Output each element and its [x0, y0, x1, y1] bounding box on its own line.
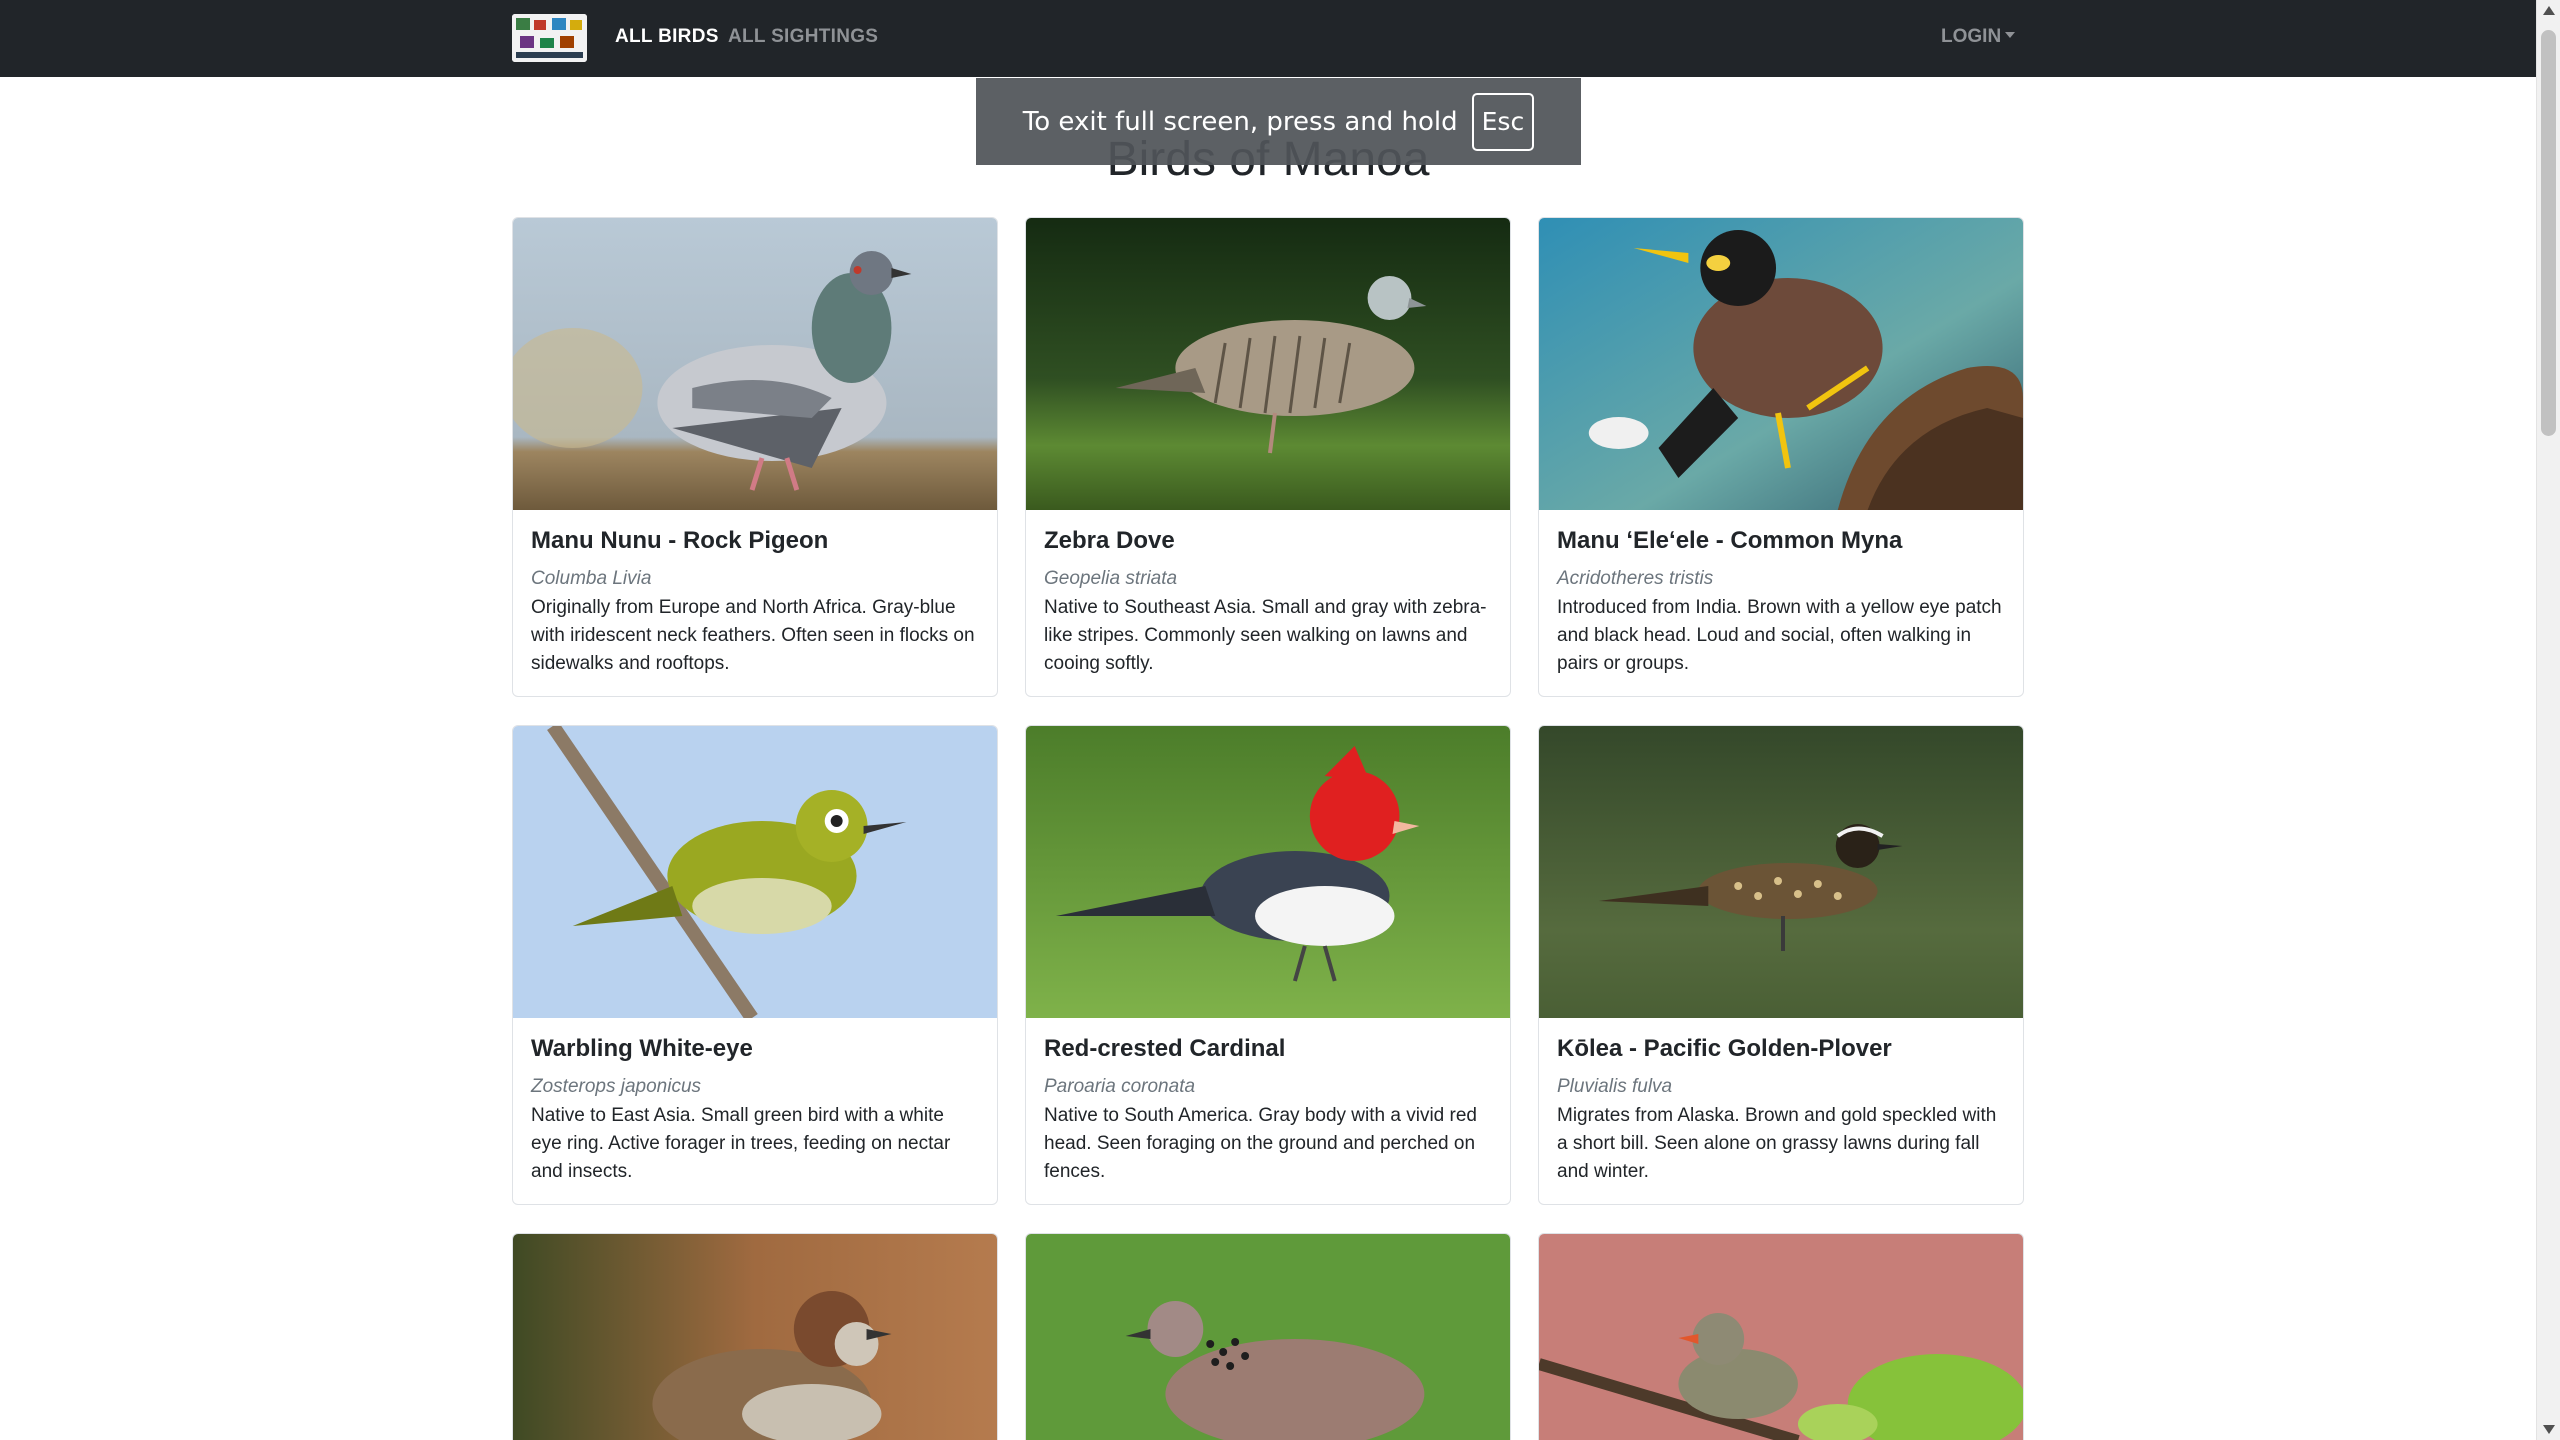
warbling-white-eye-photo — [513, 726, 997, 1018]
bird-scientific-name: Paroaria coronata — [1044, 1076, 1196, 1097]
page-scrollbar[interactable] — [2536, 0, 2560, 1440]
bird-card[interactable]: Red-crested Cardinal Paroaria coronata N… — [1025, 725, 1511, 1205]
bird-name: Manu ʻEleʻele - Common Myna — [1557, 527, 1903, 554]
scroll-up-arrow-icon[interactable] — [2543, 6, 2555, 15]
esc-key-badge: Esc — [1471, 92, 1535, 151]
pacific-golden-plover-photo — [1539, 726, 2023, 1018]
bird-scientific-name: Zosterops japonicus — [531, 1076, 702, 1097]
bird-name: Zebra Dove — [1044, 527, 1175, 554]
common-myna-photo — [1539, 218, 2023, 510]
bird-card[interactable]: Manu ʻEleʻele - Common Myna Acridotheres… — [1538, 217, 2024, 697]
scroll-down-arrow-icon[interactable] — [2543, 1425, 2555, 1434]
nav-link-all-sightings[interactable]: ALL SIGHTINGS — [728, 24, 878, 50]
bird-card[interactable]: Kōlea - Pacific Golden-Plover Pluvialis … — [1538, 725, 2024, 1205]
waxbill-photo — [1539, 1234, 2023, 1440]
bird-scientific-name: Geopelia striata — [1044, 568, 1178, 589]
bird-card[interactable] — [512, 1233, 998, 1440]
fullscreen-exit-notice: To exit full screen, press and hold Esc — [976, 78, 1581, 165]
bird-description: Native to Southeast Asia. Small and gray… — [1044, 597, 1487, 674]
spotted-dove-photo — [1026, 1234, 1510, 1440]
zebra-dove-photo — [1026, 218, 1510, 510]
bird-name: Warbling White-eye — [531, 1035, 753, 1062]
bird-card[interactable]: Warbling White-eye Zosterops japonicus N… — [512, 725, 998, 1205]
bird-description: Introduced from India. Brown with a yell… — [1557, 597, 2002, 674]
scrollbar-thumb[interactable] — [2541, 30, 2556, 436]
site-logo-icon[interactable] — [512, 14, 587, 62]
red-crested-cardinal-photo — [1026, 726, 1510, 1018]
bird-card[interactable] — [1025, 1233, 1511, 1440]
fullscreen-notice-text: To exit full screen, press and hold — [1022, 106, 1458, 137]
house-sparrow-photo — [513, 1234, 997, 1440]
top-navbar: ALL BIRDS ALL SIGHTINGS LOGIN — [0, 0, 2536, 77]
bird-card[interactable]: Manu Nunu - Rock Pigeon Columba Livia Or… — [512, 217, 998, 697]
chevron-down-icon — [2005, 31, 2016, 38]
nav-link-all-birds[interactable]: ALL BIRDS — [615, 24, 719, 50]
bird-scientific-name: Acridotheres tristis — [1557, 568, 1714, 589]
bird-name: Kōlea - Pacific Golden-Plover — [1557, 1035, 1892, 1062]
login-label: LOGIN — [1941, 26, 2002, 47]
bird-description: Originally from Europe and North Africa.… — [531, 597, 975, 674]
bird-scientific-name: Columba Livia — [531, 568, 652, 589]
login-dropdown[interactable]: LOGIN — [1941, 24, 2016, 50]
bird-description: Native to South America. Gray body with … — [1044, 1105, 1477, 1182]
bird-description: Native to East Asia. Small green bird wi… — [531, 1105, 951, 1182]
bird-name: Red-crested Cardinal — [1044, 1035, 1286, 1062]
bird-description: Migrates from Alaska. Brown and gold spe… — [1557, 1105, 1997, 1182]
rock-pigeon-photo — [513, 218, 997, 510]
bird-card[interactable]: Zebra Dove Geopelia striata Native to So… — [1025, 217, 1511, 697]
bird-scientific-name: Pluvialis fulva — [1557, 1076, 1673, 1097]
bird-card[interactable] — [1538, 1233, 2024, 1440]
bird-name: Manu Nunu - Rock Pigeon — [531, 527, 829, 554]
